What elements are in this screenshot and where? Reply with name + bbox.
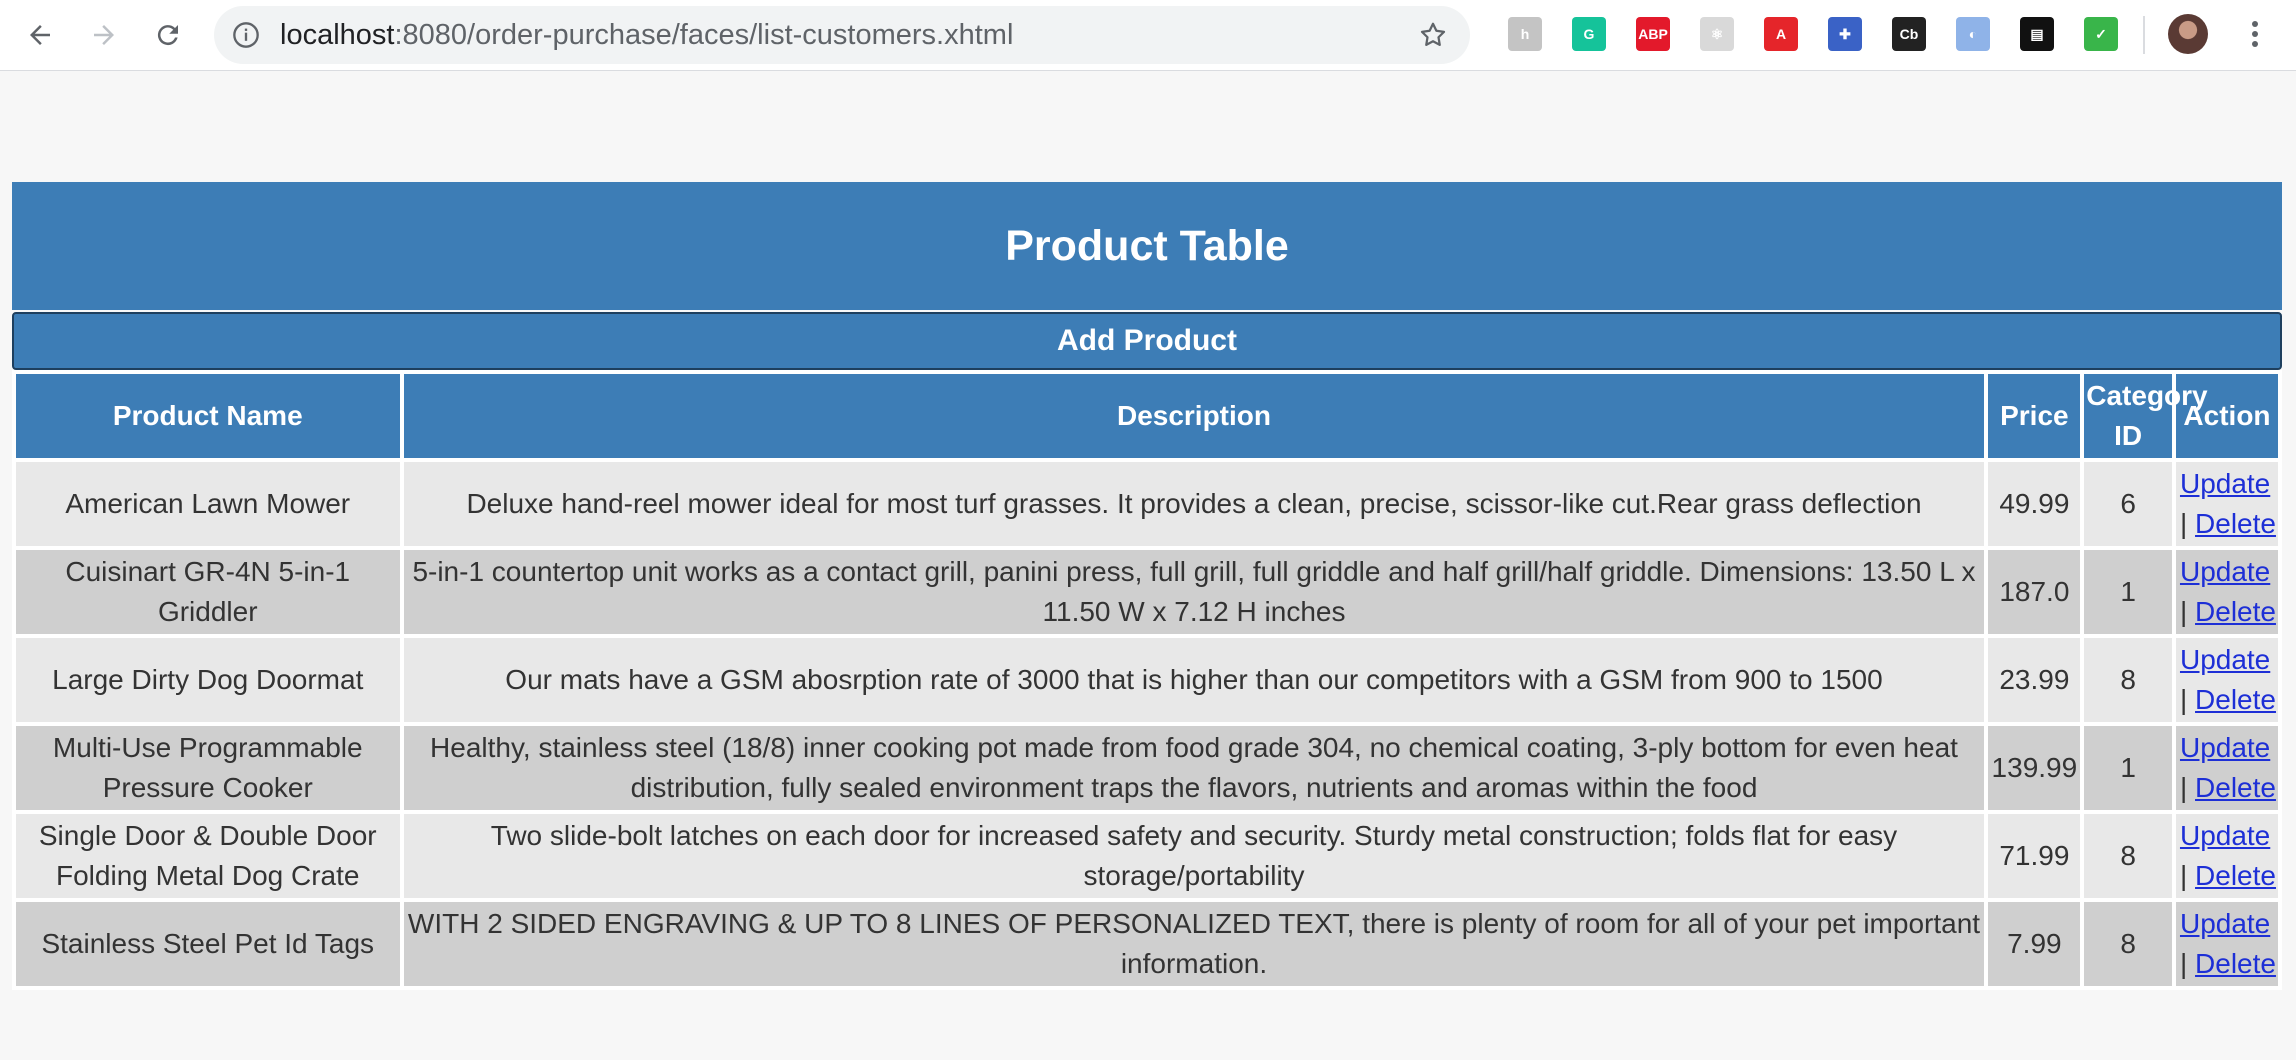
price-cell: 71.99 [1988, 814, 2081, 898]
forward-arrow-icon [94, 25, 114, 45]
update-link[interactable]: Update [2180, 556, 2270, 587]
profile-avatar[interactable] [2168, 14, 2208, 54]
action-cell: Update | Delete [2175, 814, 2278, 898]
delete-link[interactable]: Delete [2195, 508, 2276, 539]
update-link[interactable]: Update [2180, 468, 2270, 499]
reload-icon [157, 25, 178, 46]
category-id-cell: 8 [2084, 638, 2172, 722]
action-cell: Update | Delete [2175, 902, 2278, 986]
table-header-row: Product Name Description Price Category … [16, 374, 2278, 458]
product-name-cell: Multi-Use Programmable Pressure Cooker [16, 726, 400, 810]
table-row: Large Dirty Dog Doormat Our mats have a G… [16, 638, 2278, 722]
price-cell: 187.0 [1988, 550, 2081, 634]
adblock-icon[interactable]: ABP [1636, 17, 1670, 51]
description-cell: WITH 2 SIDED ENGRAVING & UP TO 8 LINES O… [403, 902, 1985, 986]
product-name-cell: American Lawn Mower [16, 462, 400, 546]
action-separator: | [2179, 596, 2188, 627]
acrobat-icon[interactable]: A [1764, 17, 1798, 51]
action-cell: Update | Delete [2175, 726, 2278, 810]
header-category-id: Category ID [2084, 374, 2208, 458]
url-host: localhost [280, 19, 395, 51]
add-product-button[interactable]: Add Product [12, 312, 2282, 370]
header-product-name: Product Name [16, 374, 400, 458]
cb-icon[interactable]: Cb [1892, 17, 1926, 51]
url-path: :8080/order-purchase/faces/list-customer… [394, 19, 1014, 51]
price-cell: 23.99 [1988, 638, 2081, 722]
doc-icon[interactable]: ▤ [2020, 17, 2054, 51]
update-link[interactable]: Update [2180, 644, 2270, 675]
table-row: Single Door & Double Door Folding Metal … [16, 814, 2278, 898]
category-id-cell: 8 [2084, 814, 2172, 898]
category-id-cell: 1 [2084, 550, 2172, 634]
description-cell: Deluxe hand-reel mower ideal for most tu… [403, 462, 1985, 546]
description-cell: 5-in-1 countertop unit works as a contac… [403, 550, 1985, 634]
product-name-cell: Large Dirty Dog Doormat [16, 638, 400, 722]
action-separator: | [2179, 684, 2188, 715]
description-cell: Our mats have a GSM abosrption rate of 3… [403, 638, 1985, 722]
reload-button[interactable] [144, 11, 192, 59]
price-cell: 49.99 [1988, 462, 2081, 546]
product-name-cell: Cuisinart GR-4N 5-in-1 Griddler [16, 550, 400, 634]
action-cell: Update | Delete [2175, 638, 2278, 722]
category-id-cell: 1 [2084, 726, 2172, 810]
delete-link[interactable]: Delete [2195, 596, 2276, 627]
forward-button[interactable] [80, 11, 128, 59]
address-bar[interactable]: localhost:8080/order-purchase/faces/list… [214, 6, 1470, 64]
page-title: Product Table [12, 182, 2282, 310]
price-cell: 139.99 [1988, 726, 2081, 810]
description-cell: Two slide-bolt latches on each door for … [403, 814, 1985, 898]
url-text[interactable]: localhost:8080/order-purchase/faces/list… [280, 6, 1013, 64]
back-arrow-icon [30, 25, 50, 45]
bookmark-star-icon[interactable] [1418, 20, 1448, 50]
product-name-cell: Single Door & Double Door Folding Metal … [16, 814, 400, 898]
action-separator: | [2179, 772, 2188, 803]
puzzle-icon[interactable]: ✚ [1828, 17, 1862, 51]
update-link[interactable]: Update [2180, 908, 2270, 939]
grammarly-icon[interactable]: G [1572, 17, 1606, 51]
header-description: Description [403, 374, 1985, 458]
h-icon[interactable]: h [1508, 17, 1542, 51]
delete-link[interactable]: Delete [2195, 860, 2276, 891]
react-devtools-icon[interactable]: ⚛ [1700, 17, 1734, 51]
table-row: Cuisinart GR-4N 5-in-1 Griddler 5-in-1 co… [16, 550, 2278, 634]
back-button[interactable] [16, 11, 64, 59]
table-row: Stainless Steel Pet Id Tags WITH 2 SIDED … [16, 902, 2278, 986]
browser-toolbar: localhost:8080/order-purchase/faces/list… [0, 0, 2296, 71]
action-separator: | [2179, 948, 2188, 979]
toolbar-divider [2143, 16, 2145, 54]
description-cell: Healthy, stainless steel (18/8) inner co… [403, 726, 1985, 810]
table-row: Multi-Use Programmable Pressure Cooker He… [16, 726, 2278, 810]
more-menu-icon[interactable] [2240, 14, 2270, 54]
delete-link[interactable]: Delete [2195, 772, 2276, 803]
category-id-cell: 6 [2084, 462, 2172, 546]
action-separator: | [2179, 508, 2188, 539]
category-id-cell: 8 [2084, 902, 2172, 986]
product-panel: Product Table Add Product Product Name D… [12, 182, 2282, 990]
product-name-cell: Stainless Steel Pet Id Tags [16, 902, 400, 986]
delete-link[interactable]: Delete [2195, 684, 2276, 715]
shield-check-icon[interactable]: ✓ [2084, 17, 2118, 51]
product-table: Product Name Description Price Category … [12, 370, 2282, 990]
action-cell: Update | Delete [2175, 462, 2278, 546]
table-row: American Lawn Mower Deluxe hand-reel mowe… [16, 462, 2278, 546]
action-separator: | [2179, 860, 2188, 891]
action-cell: Update | Delete [2175, 550, 2278, 634]
header-price: Price [1988, 374, 2081, 458]
info-icon[interactable] [232, 21, 260, 49]
update-link[interactable]: Update [2180, 820, 2270, 851]
price-cell: 7.99 [1988, 902, 2081, 986]
update-link[interactable]: Update [2180, 732, 2270, 763]
drop-icon[interactable]: ◐ [1956, 17, 1990, 51]
delete-link[interactable]: Delete [2195, 948, 2276, 979]
